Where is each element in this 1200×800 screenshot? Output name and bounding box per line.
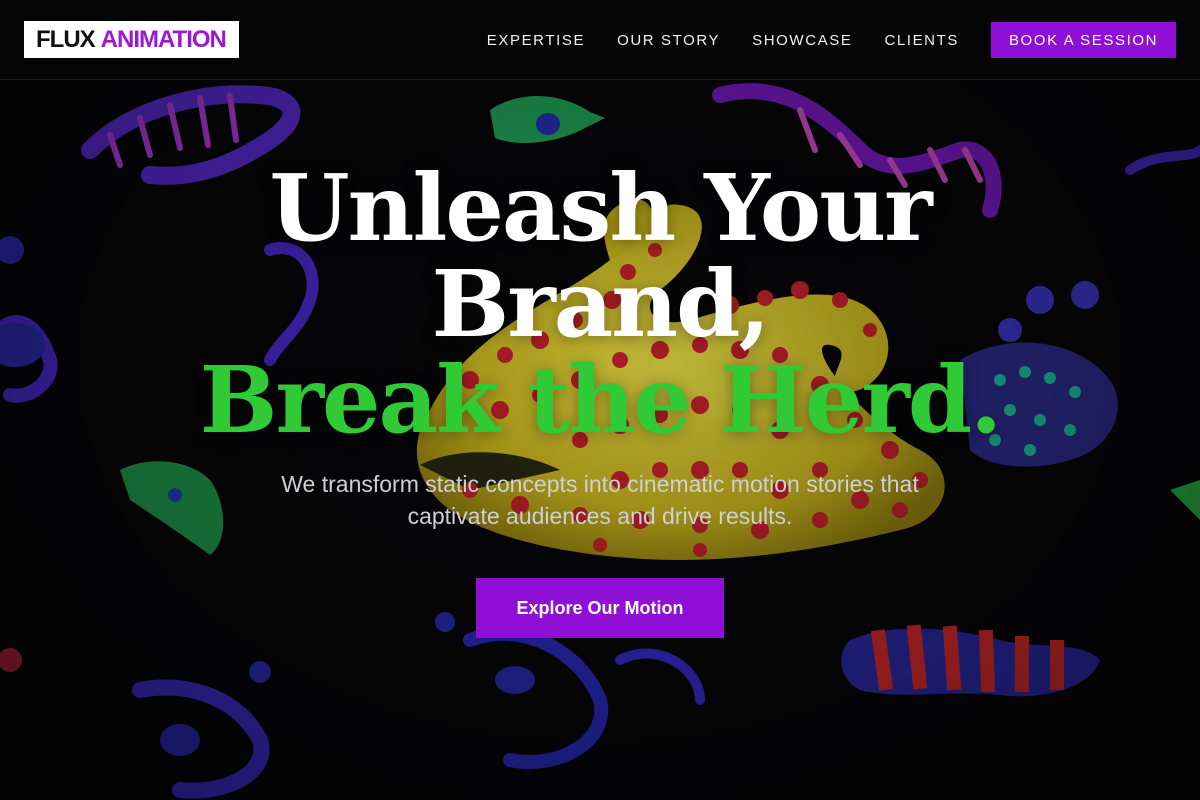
main-nav: EXPERTISE OUR STORY SHOWCASE CLIENTS BOO… [487,0,1176,80]
explore-motion-button[interactable]: Explore Our Motion [476,578,724,638]
logo-word-animation: ANIMATION [100,25,227,53]
headline-accent-line: Break the Herd. [199,346,1002,454]
hero-headline: Unleash Your Brand, Break the Herd. [0,160,1200,448]
hero-section: Unleash Your Brand, Break the Herd. We t… [0,160,1200,532]
nav-item-clients[interactable]: CLIENTS [884,32,959,49]
nav-item-showcase[interactable]: SHOWCASE [752,32,852,49]
book-session-button[interactable]: BOOK A SESSION [991,22,1176,58]
headline-line-1: Unleash Your [269,154,932,262]
headline-line-2: Brand, [431,250,770,358]
nav-item-expertise[interactable]: EXPERTISE [487,32,585,49]
hero-subtitle: We transform static concepts into cinema… [281,471,919,529]
brand-logo[interactable]: FLUX ANIMATION [24,21,239,58]
landing-page: FLUX ANIMATION EXPERTISE OUR STORY SHOWC… [0,0,1200,800]
site-header: FLUX ANIMATION EXPERTISE OUR STORY SHOWC… [0,0,1200,80]
nav-item-our-story[interactable]: OUR STORY [617,32,720,49]
logo-word-flux: FLUX [36,25,96,53]
